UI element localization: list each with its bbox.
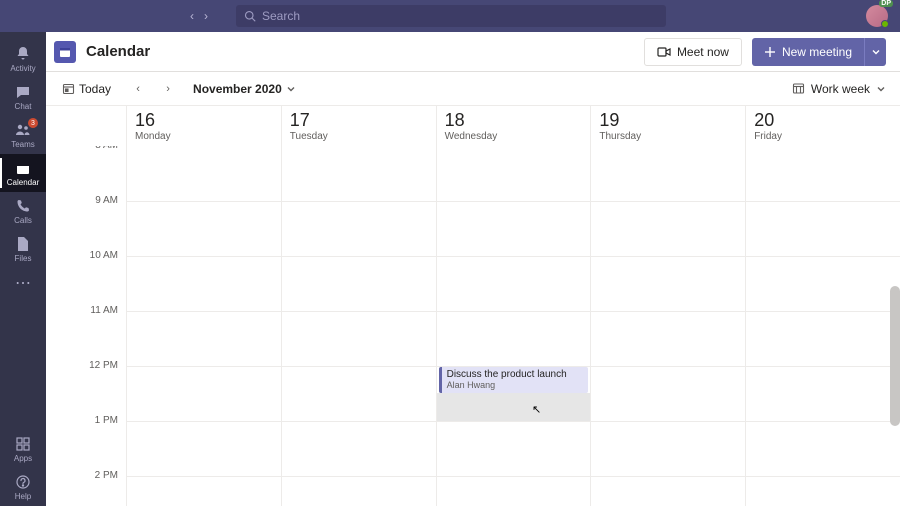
new-meeting-dropdown[interactable] — [864, 38, 886, 66]
calendar-grid[interactable]: 8 AM 9 AM 10 AM 11 AM 12 PM 1 PM 2 PM — [46, 146, 900, 506]
day-number: 16 — [135, 110, 273, 131]
file-icon — [14, 235, 32, 253]
rail-help[interactable]: Help — [0, 468, 46, 506]
search-box[interactable] — [236, 5, 666, 27]
ellipsis-icon: ⋯ — [15, 273, 31, 293]
event-title: Discuss the product launch — [447, 369, 584, 380]
rail-calls[interactable]: Calls — [0, 192, 46, 230]
rail-label-help: Help — [15, 492, 31, 501]
history-forward-icon[interactable]: › — [204, 9, 208, 23]
app-rail: Activity Chat 3 Teams Calendar Calls — [0, 32, 46, 506]
rail-label-calendar: Calendar — [7, 178, 39, 187]
profile-avatar[interactable]: DP — [866, 5, 888, 27]
title-bar: ‹ › DP — [0, 0, 900, 32]
chevron-left-icon: ‹ — [136, 83, 140, 95]
time-label: 12 PM — [89, 360, 118, 371]
rail-label-files: Files — [15, 254, 32, 263]
day-column-mon[interactable] — [126, 146, 281, 506]
meet-now-button[interactable]: Meet now — [644, 38, 742, 66]
chevron-down-icon — [286, 84, 296, 94]
page-header: Calendar Meet now New meeting — [46, 32, 900, 72]
day-name: Monday — [135, 131, 273, 142]
rail-activity[interactable]: Activity — [0, 40, 46, 78]
day-number: 19 — [599, 110, 737, 131]
chat-icon — [14, 83, 32, 101]
help-icon — [14, 473, 32, 491]
day-number: 17 — [290, 110, 428, 131]
day-header[interactable]: 17Tuesday — [282, 106, 436, 146]
day-header[interactable]: 19Thursday — [591, 106, 745, 146]
day-column-wed[interactable]: Discuss the product launch Alan Hwang — [436, 146, 591, 506]
next-week-button[interactable]: › — [157, 78, 179, 100]
calendar-event[interactable]: Discuss the product launch Alan Hwang — [439, 367, 589, 393]
day-column-thu[interactable] — [590, 146, 745, 506]
rail-chat[interactable]: Chat — [0, 78, 46, 116]
calendar-app-icon — [54, 41, 76, 63]
time-label: 8 AM — [95, 146, 118, 151]
today-icon — [62, 82, 75, 95]
chevron-down-icon — [871, 47, 881, 57]
day-name: Friday — [754, 131, 892, 142]
calendar-toolbar: Today ‹ › November 2020 Work week — [46, 72, 900, 106]
rail-label-teams: Teams — [11, 140, 35, 149]
today-label: Today — [79, 82, 111, 96]
apps-icon — [14, 435, 32, 453]
view-label: Work week — [811, 82, 870, 96]
event-organizer: Alan Hwang — [447, 380, 584, 390]
day-header[interactable]: 18Wednesday — [437, 106, 591, 146]
rail-label-calls: Calls — [14, 216, 32, 225]
rail-files[interactable]: Files — [0, 230, 46, 268]
day-number: 18 — [445, 110, 583, 131]
page-title: Calendar — [86, 43, 150, 60]
month-picker[interactable]: November 2020 — [193, 82, 296, 96]
day-number: 20 — [754, 110, 892, 131]
rail-label-apps: Apps — [14, 454, 32, 463]
workweek-icon — [792, 82, 805, 95]
rail-apps[interactable]: Apps — [0, 430, 46, 468]
bell-icon — [14, 45, 32, 63]
time-label: 9 AM — [95, 195, 118, 206]
calendar-icon — [14, 159, 32, 177]
presence-available-icon — [881, 20, 889, 28]
rail-label-chat: Chat — [15, 102, 32, 111]
teams-badge: 3 — [28, 118, 38, 128]
day-header[interactable]: 16Monday — [127, 106, 281, 146]
meet-now-label: Meet now — [677, 45, 729, 59]
rail-calendar[interactable]: Calendar — [0, 154, 46, 192]
month-label: November 2020 — [193, 82, 282, 96]
chevron-right-icon: › — [166, 83, 170, 95]
chevron-down-icon — [876, 84, 886, 94]
day-column-tue[interactable] — [281, 146, 436, 506]
prev-week-button[interactable]: ‹ — [127, 78, 149, 100]
vertical-scrollbar[interactable] — [890, 286, 900, 426]
day-header[interactable]: 20Friday — [746, 106, 900, 146]
day-name: Tuesday — [290, 131, 428, 142]
day-column-fri[interactable] — [745, 146, 900, 506]
video-icon — [657, 46, 671, 58]
avatar-initials: DP — [879, 0, 893, 7]
rail-teams[interactable]: 3 Teams — [0, 116, 46, 154]
new-meeting-button[interactable]: New meeting — [752, 38, 864, 66]
view-switcher[interactable]: Work week — [792, 82, 886, 96]
rail-more[interactable]: ⋯ — [15, 268, 31, 298]
day-name: Wednesday — [445, 131, 583, 142]
time-label: 10 AM — [90, 250, 118, 261]
rail-label-activity: Activity — [10, 64, 35, 73]
time-selection[interactable] — [437, 393, 591, 421]
time-label: 1 PM — [95, 415, 118, 426]
new-meeting-label: New meeting — [782, 45, 852, 59]
search-icon — [244, 10, 256, 22]
history-back-icon[interactable]: ‹ — [190, 9, 194, 23]
time-label: 2 PM — [95, 470, 118, 481]
phone-icon — [14, 197, 32, 215]
day-name: Thursday — [599, 131, 737, 142]
day-headers: 16Monday 17Tuesday 18Wednesday 19Thursda… — [126, 106, 900, 146]
today-button[interactable]: Today — [54, 77, 119, 101]
search-input[interactable] — [262, 9, 658, 23]
time-label: 11 AM — [90, 305, 118, 316]
plus-icon — [764, 46, 776, 58]
